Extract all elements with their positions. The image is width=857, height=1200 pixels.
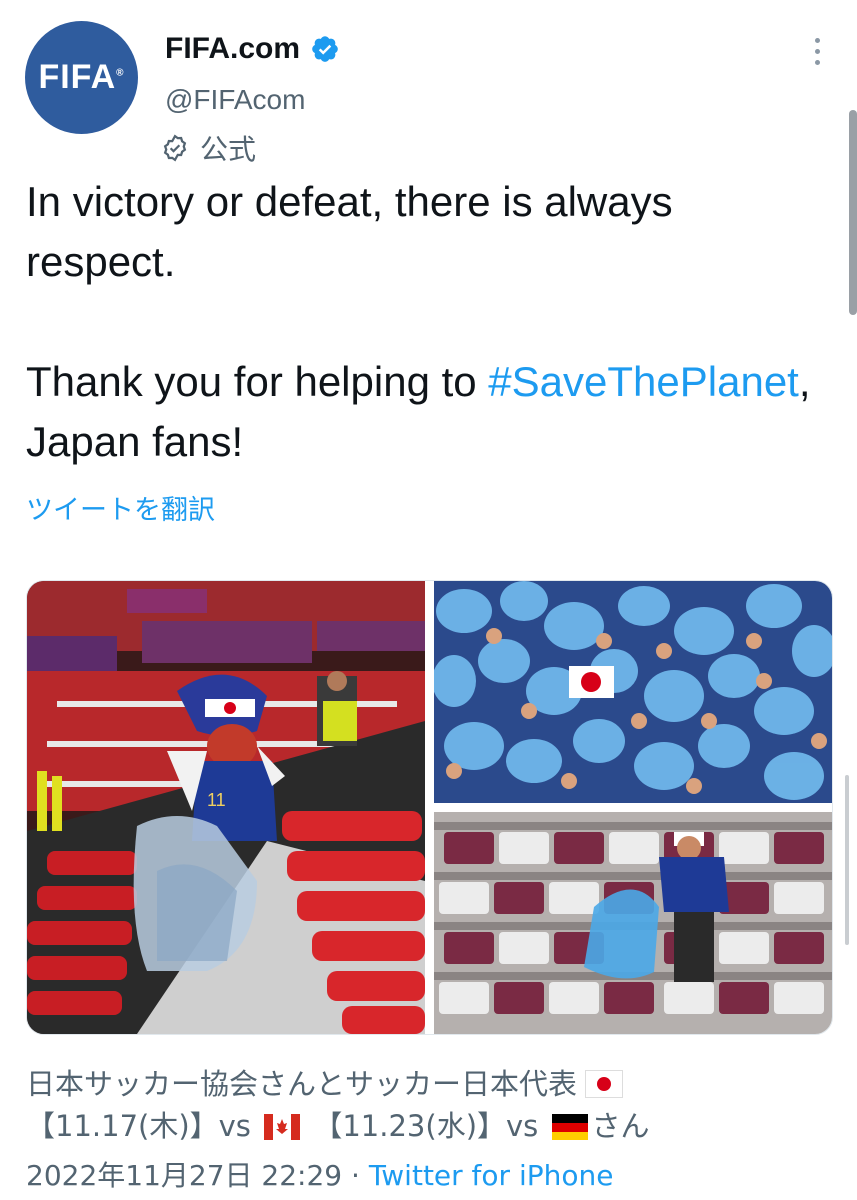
more-options-icon[interactable] (813, 38, 821, 70)
canada-flag-icon (264, 1114, 301, 1140)
tweet-line-2: Thank you for helping to #SaveThePlanet,… (26, 358, 811, 465)
caption-line-1: 日本サッカー協会さんとサッカー日本代表 (26, 1063, 816, 1105)
display-name[interactable]: FIFA.com (165, 32, 300, 66)
caption-line-2: 【11.17(木)】vs 【11.23(水)】vs さん (26, 1109, 650, 1143)
tweet-text: In victory or defeat, there is always re… (26, 172, 816, 472)
photo-fan-cleaning-stadium[interactable]: 11 (27, 581, 425, 1034)
account-handle[interactable]: @FIFAcom (165, 84, 305, 116)
hashtag-link[interactable]: #SaveThePlanet (488, 358, 799, 405)
tweet-meta: 2022年11月27日 22:29 · Twitter for iPhone (26, 1159, 614, 1192)
official-label: 公式 (200, 133, 257, 166)
official-badge-icon (163, 134, 187, 162)
account-name-row[interactable]: FIFA.com (165, 32, 340, 66)
media-scrollbar[interactable] (845, 775, 849, 945)
translate-tweet-link[interactable]: ツイートを翻訳 (26, 488, 215, 527)
scrollbar[interactable] (849, 110, 857, 315)
tweet-line-1: In victory or defeat, there is always re… (26, 178, 673, 285)
avatar[interactable]: FIFA® (25, 21, 138, 134)
verified-badge-icon (312, 36, 338, 62)
official-label-row: 公式 (160, 128, 256, 168)
photo-fan-collecting-trash[interactable] (434, 812, 832, 1034)
media-caption[interactable]: 日本サッカー協会さんとサッカー日本代表 【11.17(木)】vs 【11.23(… (26, 1063, 816, 1147)
client-link[interactable]: Twitter for iPhone (369, 1159, 614, 1192)
germany-flag-icon (551, 1114, 588, 1140)
japan-flag-icon (585, 1070, 624, 1098)
photo-fans-waving-bags[interactable] (434, 581, 832, 803)
jersey-number: 11 (207, 790, 226, 810)
timestamp[interactable]: 2022年11月27日 22:29 (26, 1159, 342, 1192)
media-grid: 11 (26, 580, 833, 1035)
fifa-logo: FIFA® (38, 58, 125, 96)
